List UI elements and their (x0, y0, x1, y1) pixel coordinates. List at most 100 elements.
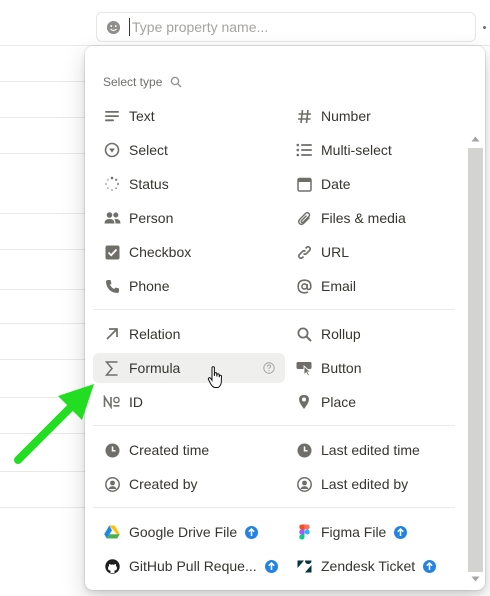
user-circle-icon (103, 475, 121, 493)
table-row-border (0, 153, 90, 154)
type-option-person[interactable]: Person (93, 203, 285, 233)
type-option-label: Phone (129, 278, 170, 294)
type-option-label: Checkbox (129, 244, 192, 260)
type-option-place[interactable]: Place (285, 387, 465, 417)
type-option-label: Place (321, 394, 357, 410)
type-option-label: Rollup (321, 326, 361, 342)
phone-icon (103, 277, 121, 295)
hand-cursor-icon (207, 366, 223, 388)
type-option-label: Text (129, 108, 155, 124)
people-icon (103, 209, 121, 227)
type-option-formula[interactable]: Formula (93, 353, 285, 383)
annotation-arrow-icon (14, 384, 94, 464)
clock-icon (295, 441, 313, 459)
hash-icon (295, 107, 313, 125)
type-option-label: GitHub Pull Reque... (129, 558, 257, 574)
type-option-label: Google Drive File (129, 524, 238, 540)
type-option-phone[interactable]: Phone (93, 271, 285, 301)
scrollbar-thumb[interactable] (468, 148, 483, 572)
property-type-menu: Select type Text Select Status Person Ch… (85, 46, 485, 590)
type-option-label: Files & media (321, 210, 406, 226)
search-icon[interactable] (170, 76, 182, 88)
scroll-down-arrow-icon[interactable] (471, 576, 480, 582)
menu-header-label: Select type (103, 75, 163, 89)
emoji-face-icon[interactable] (105, 19, 121, 35)
arrow-up-right-icon (103, 325, 121, 343)
type-option-label: Created time (129, 442, 210, 458)
scroll-up-arrow-icon[interactable] (471, 136, 480, 142)
menu-divider (93, 507, 455, 508)
type-option-figma-file[interactable]: Figma File (285, 517, 465, 547)
type-option-label: Select (129, 142, 168, 158)
zendesk-icon (295, 557, 313, 575)
checkbox-icon (103, 243, 121, 261)
upgrade-badge-icon (394, 525, 408, 539)
type-option-select[interactable]: Select (93, 135, 285, 165)
type-option-label: Status (129, 176, 169, 192)
user-circle-icon (295, 475, 313, 493)
type-option-label: Email (321, 278, 357, 294)
type-option-label: Multi-select (321, 142, 392, 158)
table-row-border (0, 471, 90, 472)
type-option-url[interactable]: URL (285, 237, 465, 267)
type-option-files-media[interactable]: Files & media (285, 203, 465, 233)
pin-icon (295, 393, 313, 411)
table-row-border (0, 213, 90, 214)
type-option-label: Number (321, 108, 371, 124)
table-row-border (0, 117, 90, 118)
status-spinner-icon (103, 175, 121, 193)
type-option-label: Relation (129, 326, 181, 342)
type-option-label: ID (129, 394, 143, 410)
list-icon (295, 141, 313, 159)
type-option-label: Zendesk Ticket (321, 558, 416, 574)
table-row-border (0, 249, 90, 250)
type-option-id[interactable]: ID (93, 387, 285, 417)
type-option-button[interactable]: Button (285, 353, 465, 383)
table-row-border (0, 359, 90, 360)
help-icon[interactable] (263, 362, 275, 374)
type-option-created-time[interactable]: Created time (93, 435, 285, 465)
type-option-last-edited-time[interactable]: Last edited time (285, 435, 465, 465)
type-option-relation[interactable]: Relation (93, 319, 285, 349)
table-row-border (0, 323, 90, 324)
pointer-button-icon (295, 359, 313, 377)
table-row-border (0, 81, 90, 82)
type-option-rollup[interactable]: Rollup (285, 319, 465, 349)
magnifier-icon (295, 325, 313, 343)
property-name-field[interactable] (96, 12, 476, 42)
table-row-border (0, 507, 90, 508)
type-option-created-by[interactable]: Created by (93, 469, 285, 499)
type-option-label: URL (321, 244, 350, 260)
type-option-google-drive-file[interactable]: Google Drive File (93, 517, 285, 547)
text-lines-icon (103, 107, 121, 125)
property-name-input[interactable] (129, 18, 449, 36)
figma-icon (295, 523, 313, 541)
type-option-checkbox[interactable]: Checkbox (93, 237, 285, 267)
type-option-text[interactable]: Text (93, 101, 285, 131)
type-option-date[interactable]: Date (285, 169, 465, 199)
upgrade-badge-icon (423, 559, 437, 573)
type-option-multi-select[interactable]: Multi-select (285, 135, 465, 165)
type-option-label: Last edited by (321, 476, 409, 492)
menu-divider (93, 425, 455, 426)
upgrade-badge-icon (264, 559, 278, 573)
type-option-status[interactable]: Status (93, 169, 285, 199)
type-option-label: Figma File (321, 524, 387, 540)
type-option-label: Button (321, 360, 362, 376)
type-option-label: Person (129, 210, 174, 226)
github-icon (103, 557, 121, 575)
paperclip-icon (295, 209, 313, 227)
type-option-label: Formula (129, 360, 181, 376)
more-dot-icon (483, 26, 486, 29)
calendar-icon (295, 175, 313, 193)
type-option-github-pull-request[interactable]: GitHub Pull Reque... (93, 551, 285, 581)
type-option-number[interactable]: Number (285, 101, 465, 131)
type-option-email[interactable]: Email (285, 271, 465, 301)
type-option-last-edited-by[interactable]: Last edited by (285, 469, 465, 499)
type-option-zendesk-ticket[interactable]: Zendesk Ticket (285, 551, 465, 581)
google-drive-icon (103, 523, 121, 541)
select-circle-icon (103, 141, 121, 159)
menu-divider (93, 309, 455, 310)
menu-header: Select type (103, 75, 182, 89)
type-option-label: Date (321, 176, 351, 192)
